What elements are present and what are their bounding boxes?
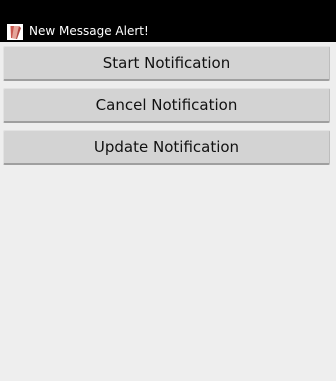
title-bar: New Message Alert!	[0, 21, 336, 42]
update-notification-button[interactable]: Update Notification	[3, 130, 330, 165]
start-notification-button[interactable]: Start Notification	[3, 46, 330, 81]
status-bar	[0, 0, 336, 21]
app-icon	[7, 23, 23, 40]
app-title: New Message Alert!	[29, 24, 149, 38]
main-content: Start Notification Cancel Notification U…	[0, 42, 336, 381]
cancel-notification-button[interactable]: Cancel Notification	[3, 88, 330, 123]
app-screen: { "app": { "title": "New Message Alert!"…	[0, 0, 336, 381]
